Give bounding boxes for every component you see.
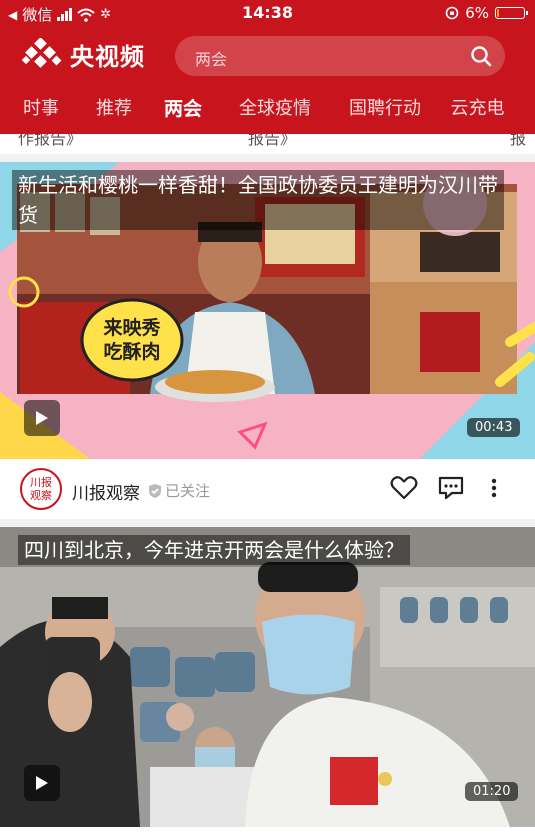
play-button[interactable] <box>24 765 60 801</box>
search-placeholder: 两会 <box>195 50 228 69</box>
video-1-duration: 00:43 <box>467 418 521 437</box>
category-tabs: 时事 推荐 两会 全球疫情 国聘行动 云充电 <box>0 86 535 126</box>
sticker-line-2: 吃酥肉 <box>103 340 160 363</box>
cctv-logo-icon <box>22 37 62 68</box>
tab-tuijian[interactable]: 推荐 <box>82 86 146 126</box>
tab-guopin[interactable]: 国聘行动 <box>330 86 440 126</box>
check-shield-icon <box>149 483 161 498</box>
video-2-thumbnail <box>0 527 535 827</box>
play-icon <box>36 776 48 790</box>
video-card-1[interactable]: 来映秀 吃酥肉 新生活和樱桃一样香甜！全国政协委员王建明为汉川带货 00:43 <box>0 162 535 459</box>
battery-percent: 6% <box>465 4 489 22</box>
tab-global-epidemic[interactable]: 全球疫情 <box>220 86 330 126</box>
status-bar: ◀ 微信 ✲ 14:38 6% <box>0 0 535 26</box>
tab-lianghui[interactable]: 两会 <box>146 86 220 126</box>
partial-text: 报 <box>510 134 527 148</box>
search-input[interactable]: 两会 <box>175 36 505 76</box>
video-2-duration: 01:20 <box>465 782 519 801</box>
app-name: 央视频 <box>70 43 145 71</box>
partial-text: 作报告》 <box>18 134 83 148</box>
channel-avatar[interactable]: 川报观察 <box>20 468 62 510</box>
next-card-edge <box>0 827 535 833</box>
tab-shishi[interactable]: 时事 <box>0 86 82 126</box>
video-card-2[interactable]: 四川到北京，今年进京开两会是什么体验？ 01:20 <box>0 527 535 827</box>
video-2-title: 四川到北京，今年进京开两会是什么体验？ <box>18 535 410 565</box>
orientation-lock-icon <box>445 6 459 20</box>
channel-name[interactable]: 川报观察 <box>72 479 140 504</box>
follow-status-label: 已关注 <box>165 482 211 500</box>
video-1-title: 新生活和樱桃一样香甜！全国政协委员王建明为汉川带货 <box>12 170 504 230</box>
tab-yunchongdian[interactable]: 云充电 <box>440 86 515 126</box>
avatar-text: 川报观察 <box>30 476 52 502</box>
play-button[interactable] <box>24 400 60 436</box>
follow-status[interactable]: 已关注 <box>147 480 210 501</box>
partial-text: 报告》 <box>248 134 297 148</box>
battery-icon <box>495 7 528 19</box>
previous-card-fragment: 作报告》 报告》 报 <box>0 134 535 154</box>
app-header: 央视频 两会 时事 推荐 两会 全球疫情 国聘行动 云充电 <box>0 26 535 134</box>
like-icon[interactable] <box>390 475 418 501</box>
play-icon <box>36 411 48 425</box>
app-logo[interactable]: 央视频 <box>22 37 145 72</box>
channel-row: 川报观察 川报观察 已关注 <box>0 459 535 527</box>
battery-fill <box>497 9 499 17</box>
sticker-line-1: 来映秀 <box>103 317 161 339</box>
more-icon[interactable] <box>489 475 499 501</box>
search-icon[interactable] <box>469 44 493 68</box>
comment-icon[interactable] <box>437 475 465 501</box>
